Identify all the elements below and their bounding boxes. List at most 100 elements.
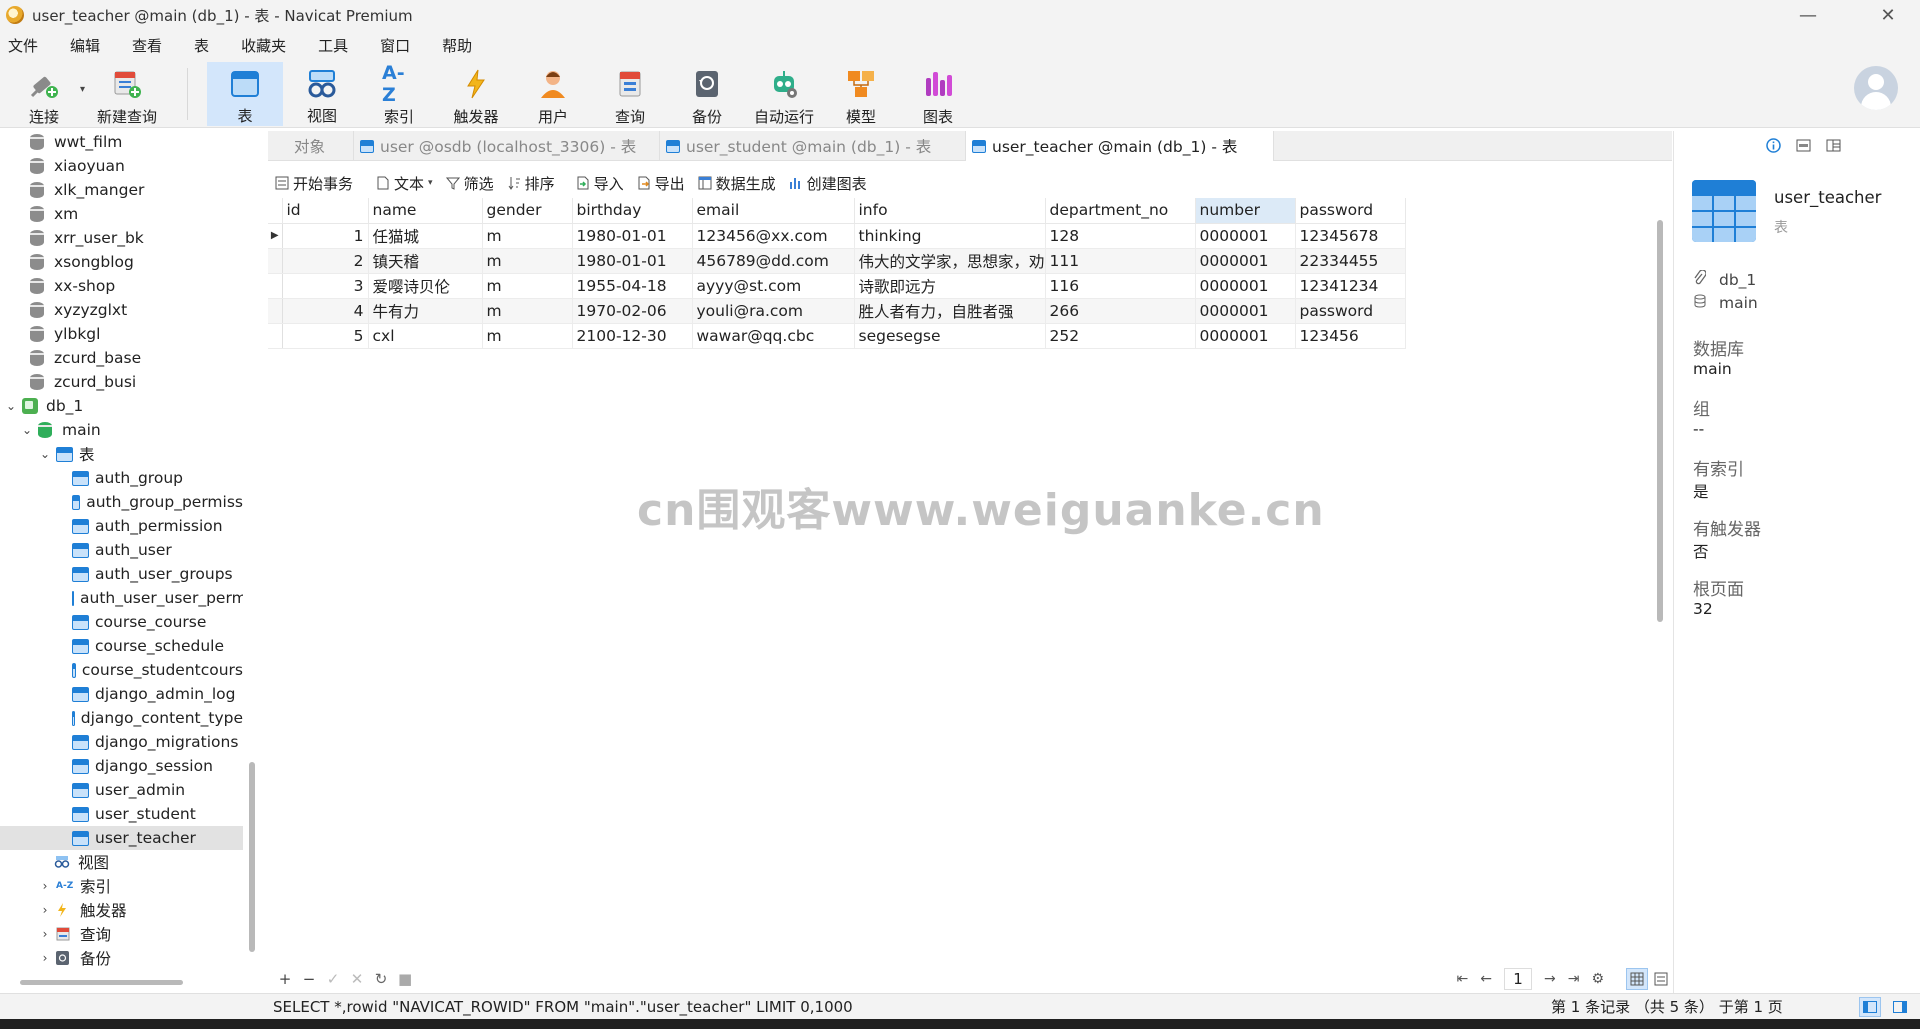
nav-item-xlk_manger[interactable]: xlk_manger: [0, 178, 243, 202]
row-header[interactable]: [268, 273, 283, 299]
backup-button[interactable]: 备份: [669, 62, 745, 126]
nav-item-xiaoyuan[interactable]: xiaoyuan: [0, 154, 243, 178]
nav-item-触发器[interactable]: › 触发器: [0, 898, 243, 922]
nav-item-查询[interactable]: › 查询: [0, 922, 243, 946]
nav-item-auth_user_groups[interactable]: auth_user_groups: [0, 562, 243, 586]
cell-birthday[interactable]: 1980-01-01: [572, 223, 693, 249]
info-icon[interactable]: [1765, 137, 1781, 153]
cell-department_no[interactable]: 266: [1045, 298, 1196, 324]
cell-gender[interactable]: m: [482, 273, 573, 299]
cell-info[interactable]: segesegse: [854, 323, 1046, 349]
tab-objects[interactable]: 对象: [268, 131, 354, 161]
nav-item-course_course[interactable]: course_course: [0, 610, 243, 634]
tab-user-teacher[interactable]: user_teacher @main (db_1) - 表: [966, 131, 1274, 161]
nav-item-auth_user_user_perm[interactable]: auth_user_user_perm: [0, 586, 243, 610]
cell-email[interactable]: youli@ra.com: [692, 298, 855, 324]
delete-record-icon[interactable]: −: [302, 970, 316, 988]
cell-number[interactable]: 0000001: [1195, 273, 1296, 299]
menu-table[interactable]: 表: [194, 35, 209, 56]
export-button[interactable]: 导出: [636, 173, 685, 194]
page-number-input[interactable]: 1: [1503, 968, 1532, 990]
nav-item-django_admin_log[interactable]: django_admin_log: [0, 682, 243, 706]
table-row[interactable]: 2 镇天稽 m 1980-01-01 456789@dd.com 伟大的文学家，思想家，劝…: [268, 248, 1406, 274]
cell-info[interactable]: 伟大的文学家，思想家，劝: [854, 248, 1046, 274]
model-button[interactable]: 模型: [823, 62, 899, 126]
tab-user-osdb[interactable]: user @osdb (localhost_3306) - 表: [354, 131, 660, 161]
cell-number[interactable]: 0000001: [1195, 323, 1296, 349]
cell-id[interactable]: 4: [282, 298, 369, 324]
close-button[interactable]: ✕: [1858, 0, 1918, 30]
previous-page-icon[interactable]: ←: [1480, 971, 1492, 987]
nav-item-course_studentcours[interactable]: course_studentcours: [0, 658, 243, 682]
nav-item-ylbkgl[interactable]: ylbkgl: [0, 322, 243, 346]
restore-button[interactable]: [1797, 0, 1857, 30]
nav-item-备份[interactable]: › 备份: [0, 946, 243, 970]
preview-icon[interactable]: [1825, 137, 1841, 153]
nav-item-auth_group[interactable]: auth_group: [0, 466, 243, 490]
sort-button[interactable]: 排序: [506, 173, 555, 194]
nav-item-xyzyzglxt[interactable]: xyzyzglxt: [0, 298, 243, 322]
column-header-id[interactable]: id: [282, 198, 369, 224]
nav-item-course_schedule[interactable]: course_schedule: [0, 634, 243, 658]
automation-button[interactable]: 自动运行: [746, 62, 822, 126]
nav-item-zcurd_busi[interactable]: zcurd_busi: [0, 370, 243, 394]
cell-birthday[interactable]: 1955-04-18: [572, 273, 693, 299]
menu-edit[interactable]: 编辑: [70, 35, 100, 56]
cell-gender[interactable]: m: [482, 323, 573, 349]
menu-favorites[interactable]: 收藏夹: [241, 35, 286, 56]
nav-item-user_admin[interactable]: user_admin: [0, 778, 243, 802]
chevron-down-icon[interactable]: ⌄: [38, 447, 52, 461]
first-page-icon[interactable]: ⇤: [1457, 971, 1469, 987]
nav-horizontal-scrollbar[interactable]: [20, 980, 183, 985]
ddl-icon[interactable]: [1795, 137, 1811, 153]
cell-password[interactable]: password: [1295, 298, 1406, 324]
cell-number[interactable]: 0000001: [1195, 248, 1296, 274]
cell-department_no[interactable]: 128: [1045, 223, 1196, 249]
filter-button[interactable]: 筛选: [445, 173, 494, 194]
column-header-birthday[interactable]: birthday: [572, 198, 693, 224]
cell-name[interactable]: 爱嘤诗贝伦: [368, 273, 483, 299]
add-record-icon[interactable]: +: [278, 970, 292, 988]
menu-window[interactable]: 窗口: [380, 35, 410, 56]
create-chart-button[interactable]: 创建图表: [788, 173, 867, 194]
column-header-email[interactable]: email: [692, 198, 855, 224]
toggle-left-pane-icon[interactable]: [1859, 997, 1881, 1017]
cell-gender[interactable]: m: [482, 223, 573, 249]
table-row[interactable]: 5 cxl m 2100-12-30 wawar@qq.cbc segesegse 252 0…: [268, 323, 1406, 349]
chevron-down-icon[interactable]: ⌄: [4, 399, 18, 413]
column-header-password[interactable]: password: [1295, 198, 1406, 224]
nav-item-表[interactable]: ⌄ 表: [0, 442, 243, 466]
cell-birthday[interactable]: 1970-02-06: [572, 298, 693, 324]
nav-vertical-scrollbar[interactable]: [249, 762, 255, 952]
cell-id[interactable]: 1: [282, 223, 369, 249]
stop-icon[interactable]: ■: [398, 970, 412, 988]
cell-id[interactable]: 5: [282, 323, 369, 349]
nav-item-auth_user[interactable]: auth_user: [0, 538, 243, 562]
table-row[interactable]: ▶ 1 任猫城 m 1980-01-01 123456@xx.com thinking 128…: [268, 223, 1406, 249]
cell-name[interactable]: 任猫城: [368, 223, 483, 249]
begin-transaction-button[interactable]: 开始事务: [274, 173, 353, 194]
view-button[interactable]: 视图: [284, 62, 360, 126]
nav-item-django_content_type[interactable]: django_content_type: [0, 706, 243, 730]
cell-department_no[interactable]: 116: [1045, 273, 1196, 299]
nav-item-xm[interactable]: xm: [0, 202, 243, 226]
connect-dropdown-icon[interactable]: ▾: [80, 84, 85, 95]
tab-user-student[interactable]: user_student @main (db_1) - 表: [660, 131, 966, 161]
next-page-icon[interactable]: →: [1544, 971, 1556, 987]
column-header-number[interactable]: number: [1195, 198, 1296, 224]
index-button[interactable]: A-Z 索引: [361, 62, 437, 126]
nav-item-django_migrations[interactable]: django_migrations: [0, 730, 243, 754]
cell-birthday[interactable]: 2100-12-30: [572, 323, 693, 349]
discard-changes-icon[interactable]: ✕: [350, 970, 364, 988]
nav-item-auth_group_permiss[interactable]: auth_group_permiss: [0, 490, 243, 514]
cell-gender[interactable]: m: [482, 298, 573, 324]
nav-item-auth_permission[interactable]: auth_permission: [0, 514, 243, 538]
chevron-right-icon[interactable]: ›: [38, 927, 52, 941]
nav-item-xx-shop[interactable]: xx-shop: [0, 274, 243, 298]
nav-item-wwt_film[interactable]: wwt_film: [0, 131, 243, 154]
column-header-info[interactable]: info: [854, 198, 1046, 224]
table-row[interactable]: 4 牛有力 m 1970-02-06 youli@ra.com 胜人者有力，自胜者强 266…: [268, 298, 1406, 324]
text-view-button[interactable]: 文本 ▾: [375, 173, 433, 194]
grid-vertical-scrollbar[interactable]: [1657, 220, 1663, 622]
refresh-icon[interactable]: ↻: [374, 970, 388, 988]
